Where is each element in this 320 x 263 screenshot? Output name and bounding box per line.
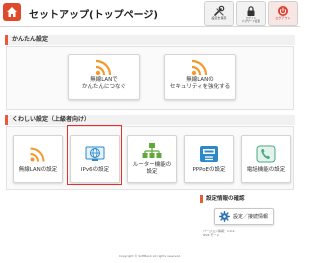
settings-info-heading: 設定情報の確認	[200, 195, 245, 203]
ipv6-highlight-frame	[67, 125, 122, 185]
lock-icon	[245, 4, 257, 17]
gear-icon	[219, 211, 230, 222]
home-button[interactable]	[3, 3, 21, 21]
wireless-lan-settings-card[interactable]: 無線LANの設定	[13, 135, 63, 183]
wifi-icon	[29, 145, 47, 163]
save-settings-label: 設定を保存	[211, 16, 227, 20]
phone-function-settings-label: 電話機能の設定	[246, 167, 286, 173]
easy-settings-panel: 無線LANで かんたんにつなぐ 無線LANの セキュリティを強化する	[6, 46, 294, 110]
pppoe-settings-card[interactable]: PPPoEの設定	[184, 135, 234, 183]
enhance-security-label: 無線LANの セキュリティを強化する	[169, 77, 231, 90]
logout-label: ログアウト	[275, 16, 291, 20]
pppoe-icon	[199, 145, 219, 163]
page-title: セットアップ(トップページ)	[29, 10, 158, 21]
phone-function-settings-card[interactable]: 電話機能の設定	[241, 135, 291, 183]
header-bar: セットアップ(トップページ) 設定を保存 ログイン パスワード変更 ログアウト	[0, 0, 300, 27]
easy-connect-card[interactable]: 無線LANで かんたんにつなぐ	[68, 54, 140, 100]
home-icon	[7, 7, 17, 17]
phone-icon	[256, 145, 276, 163]
change-password-label: ログイン パスワード変更	[241, 17, 261, 23]
detailed-settings-heading: くわしい設定（上級者向け）	[5, 115, 295, 125]
logout-button[interactable]: ログアウト	[268, 1, 298, 26]
enhance-security-card[interactable]: 無線LANの セキュリティを強化する	[164, 54, 236, 100]
router-function-settings-label: ルーター機能の 設定	[132, 162, 172, 175]
router-function-settings-card[interactable]: ルーター機能の 設定	[127, 135, 177, 183]
pppoe-settings-label: PPPoEの設定	[192, 167, 226, 173]
copyright: Copyright © SoftBank All rights reserved…	[118, 254, 182, 258]
connection-info-button[interactable]: 設定／接続情報	[214, 208, 274, 225]
change-password-button[interactable]: ログイン パスワード変更	[236, 1, 266, 26]
detailed-settings-panel: 無線LANの設定 IPv6の設定 ルーター機能の 設定 PPPoEの設定 電話機…	[6, 126, 294, 190]
easy-settings-heading: かんたん設定	[5, 35, 295, 45]
easy-connect-label: 無線LANで かんたんにつなぐ	[81, 77, 126, 90]
wifi-icon	[190, 57, 210, 77]
save-settings-button[interactable]: 設定を保存	[204, 1, 234, 26]
version-info: バージョン情報：1.0.2 IPv6 モード	[203, 229, 235, 237]
wifi-icon	[94, 57, 114, 77]
mode-line: IPv6 モード	[203, 233, 220, 237]
network-icon	[142, 142, 162, 160]
wireless-lan-settings-label: 無線LANの設定	[18, 167, 58, 173]
connection-info-label: 設定／接続情報	[233, 214, 269, 220]
